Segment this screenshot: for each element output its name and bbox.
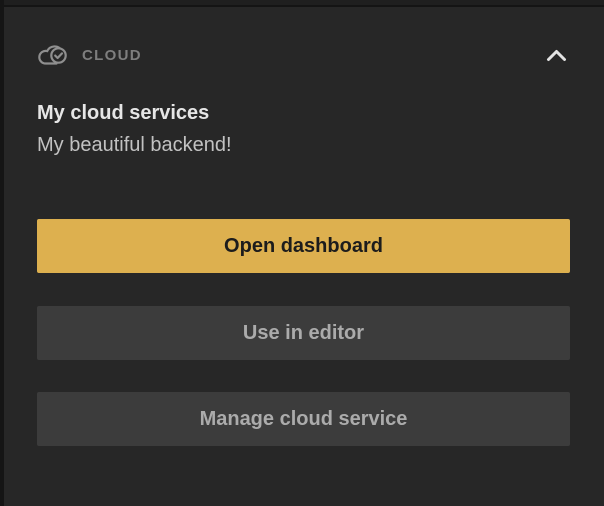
manage-cloud-service-button[interactable]: Manage cloud service xyxy=(37,392,570,446)
chevron-up-icon[interactable] xyxy=(546,48,567,62)
cloud-panel-content: CLOUD My cloud services My beautiful bac… xyxy=(4,7,604,506)
cloud-section-header-left: CLOUD xyxy=(37,44,142,67)
service-title: My cloud services xyxy=(37,97,570,129)
cloud-panel: CLOUD My cloud services My beautiful bac… xyxy=(0,0,604,506)
cloud-section-label: CLOUD xyxy=(82,47,142,64)
open-dashboard-button[interactable]: Open dashboard xyxy=(37,219,570,273)
use-in-editor-button[interactable]: Use in editor xyxy=(37,306,570,360)
panel-top-border xyxy=(0,0,604,7)
cloud-check-icon xyxy=(37,44,68,67)
cloud-section-header[interactable]: CLOUD xyxy=(37,43,570,67)
service-subtitle: My beautiful backend! xyxy=(37,129,570,161)
